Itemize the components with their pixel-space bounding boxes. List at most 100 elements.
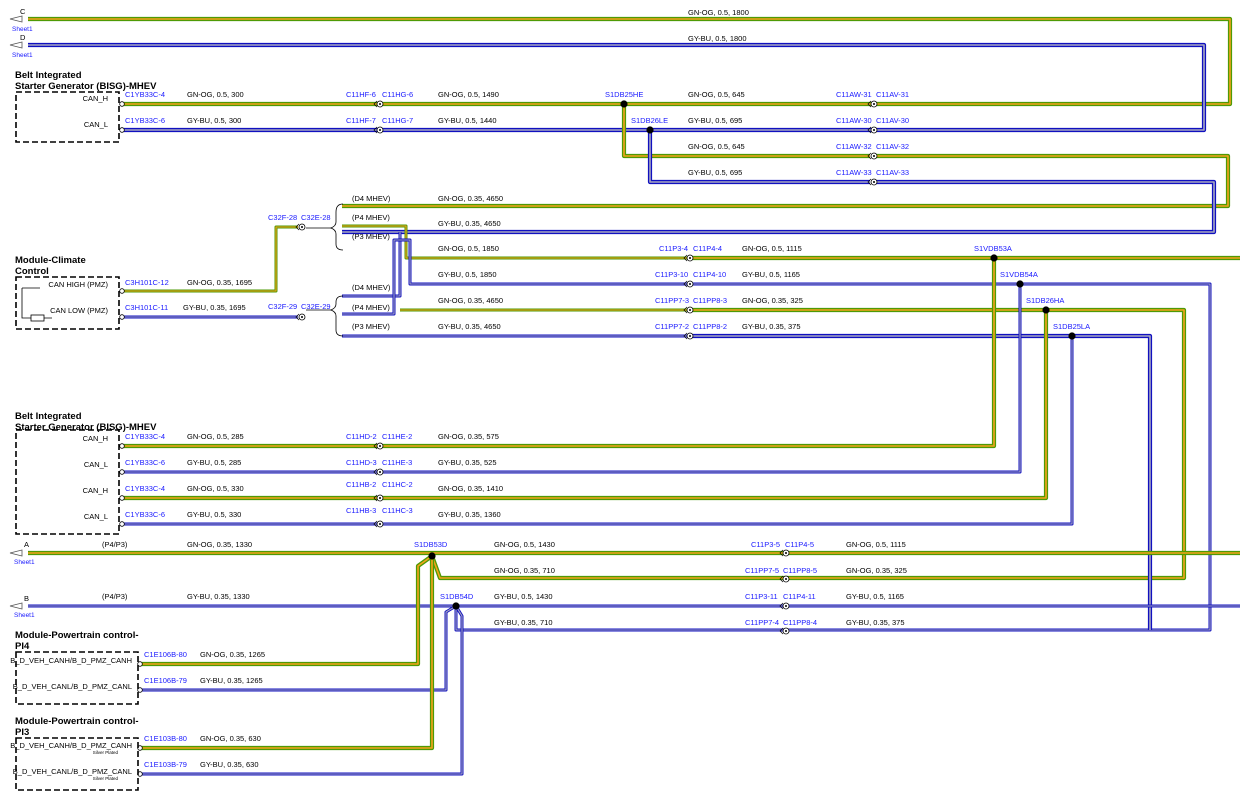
connector-pin [689, 257, 691, 259]
connector-label[interactable]: C11HC-2 [382, 480, 413, 489]
wire-r6-right[interactable] [692, 333, 1153, 630]
splice-label[interactable]: S1DB53D [414, 540, 448, 549]
connector-label[interactable]: C1YB33C-4 [125, 432, 165, 441]
wire-bisg2-can-h1[interactable] [122, 258, 997, 449]
splice-label[interactable]: S1DB25HE [605, 90, 643, 99]
connector-label[interactable]: C11P4-10 [693, 270, 726, 279]
connectors-layer [119, 100, 1076, 777]
wire-spec: GN-OG, 0.5, 645 [688, 142, 745, 151]
connector-label[interactable]: C11AV-30 [876, 116, 909, 125]
connector-label[interactable]: C11AV-31 [876, 90, 909, 99]
connector-label[interactable]: C11HE-3 [382, 458, 412, 467]
splice-dot-icon[interactable] [1042, 306, 1050, 314]
splice-label[interactable]: S1VDB53A [974, 244, 1012, 253]
connector-label[interactable]: C11AW-32 [836, 142, 872, 151]
connector-label[interactable]: C3H101C-12 [125, 278, 169, 287]
wire-bisg2-can-l1[interactable] [122, 284, 1022, 474]
wire-pl4-can-h[interactable] [140, 554, 434, 667]
connector-label[interactable]: C11PP8-4 [783, 618, 817, 627]
connector-label[interactable]: C11HE-2 [382, 432, 412, 441]
connector-label[interactable]: C11AW-30 [836, 116, 872, 125]
connector-label[interactable]: C1YB33C-6 [125, 458, 165, 467]
connector-label[interactable]: C11AV-32 [876, 142, 909, 151]
connector-label[interactable]: C11P3-5 [751, 540, 780, 549]
connector-label[interactable]: C11HD-2 [346, 432, 377, 441]
splice-label[interactable]: S1DB26LE [631, 116, 668, 125]
splice-dot-icon[interactable] [428, 552, 436, 560]
connector-label[interactable]: C11PP7-4 [745, 618, 779, 627]
splice-dot-icon[interactable] [990, 254, 998, 262]
splice-label[interactable]: S1DB25LA [1053, 322, 1090, 331]
connector-label[interactable]: C11P4-4 [693, 244, 722, 253]
connector-label[interactable]: C1E103B-80 [144, 734, 187, 743]
splice-dot-icon[interactable] [1068, 332, 1076, 340]
connector-label[interactable]: C11P3-10 [655, 270, 688, 279]
module-title-pl4-1: Module-Powertrain control- [15, 630, 139, 641]
wire-bisg2-can-l2[interactable] [122, 336, 1074, 526]
connector-label[interactable]: C1YB33C-4 [125, 484, 165, 493]
splice-dot-icon[interactable] [452, 602, 460, 610]
connector-label[interactable]: C11P4-5 [785, 540, 814, 549]
splice-label[interactable]: S1DB26HA [1026, 296, 1064, 305]
connector-label[interactable]: C11HC-3 [382, 506, 413, 515]
module-title-bisg-top-1: Belt Integrated [15, 70, 82, 81]
wire-spec: GY-BU, 0.5, 1430 [494, 592, 553, 601]
connector-label[interactable]: C32E-28 [301, 213, 331, 222]
connector-label[interactable]: C11P4-11 [783, 592, 816, 601]
wire-spec: GN-OG, 0.5, 1490 [438, 90, 499, 99]
connector-label[interactable]: C11PP7-5 [745, 566, 779, 575]
connector-label[interactable]: C11PP8-5 [783, 566, 817, 575]
connector-label[interactable]: C11P3-11 [745, 592, 778, 601]
connector-label[interactable]: C1E106B-80 [144, 650, 187, 659]
connector-label[interactable]: C11AV-33 [876, 168, 909, 177]
splice-label[interactable]: S1DB54D [440, 592, 474, 601]
connector-label[interactable]: C1YB33C-6 [125, 116, 165, 125]
connector-label[interactable]: C1YB33C-4 [125, 90, 165, 99]
wire-r6-right-stripe [692, 335, 1151, 630]
sheet-ref-letter: A [24, 540, 29, 549]
connector-label[interactable]: C3H101C-11 [125, 303, 168, 312]
wire-bisg2-can-h2[interactable] [122, 310, 1049, 501]
labels-layer: GN-OG, 0.5, 1800 GY-BU, 0.5, 1800 C1YB33… [102, 8, 1090, 769]
splice-label[interactable]: S1VDB54A [1000, 270, 1038, 279]
wire-spec: GN-OG, 0.35, 575 [438, 432, 499, 441]
connector-pin [785, 630, 787, 632]
connector-label[interactable]: C1E103B-79 [144, 760, 187, 769]
wire-variant-p4-low[interactable] [342, 238, 688, 316]
splice-dot-icon[interactable] [1016, 280, 1024, 288]
wire-pl4-can-l[interactable] [140, 604, 457, 692]
connector-label[interactable]: C11HF-6 [346, 90, 376, 99]
connector-label[interactable]: C11P3-4 [659, 244, 688, 253]
wire-bisg2-can-l1-stripe [122, 284, 1021, 473]
splice-dot-icon[interactable] [646, 126, 654, 134]
variant-label: (P4 MHEV) [352, 303, 390, 312]
connector-label[interactable]: C11HF-7 [346, 116, 376, 125]
connector-label[interactable]: C32F-28 [268, 213, 297, 222]
connector-label[interactable]: C11PP7-3 [655, 296, 689, 305]
connector-label[interactable]: C1E106B-79 [144, 676, 187, 685]
connector-label[interactable]: C11PP8-2 [693, 322, 727, 331]
connector-label[interactable]: C11PP7-2 [655, 322, 689, 331]
connector-pin [689, 335, 691, 337]
sheet-ref-link[interactable]: Sheet1 [14, 559, 35, 566]
connector-label[interactable]: C11HB-2 [346, 480, 376, 489]
connector-label[interactable]: C11HB-3 [346, 506, 376, 515]
connector-label[interactable]: C11HG-7 [382, 116, 413, 125]
connector-pin [379, 445, 381, 447]
connector-label[interactable]: C11AW-33 [836, 168, 872, 177]
sheet-ref-link[interactable]: Sheet1 [12, 52, 33, 59]
connector-label[interactable]: C32F-29 [268, 302, 297, 311]
connector-pin [379, 129, 381, 131]
connector-label[interactable]: C11HD-3 [346, 458, 377, 467]
connector-label[interactable]: C1YB33C-6 [125, 510, 165, 519]
variant-brace-bottom [329, 295, 344, 337]
sheet-ref-link[interactable]: Sheet1 [12, 26, 33, 33]
connector-label[interactable]: C11AW-31 [836, 90, 872, 99]
connector-label[interactable]: C11HG-6 [382, 90, 413, 99]
wire-spec: GY-BU, 0.35, 4650 [438, 219, 501, 228]
sheet-ref-link[interactable]: Sheet1 [14, 612, 35, 619]
connector-label[interactable]: C11PP8-3 [693, 296, 727, 305]
connector-pin [785, 605, 787, 607]
splice-dot-icon[interactable] [620, 100, 628, 108]
connector-label[interactable]: C32E-29 [301, 302, 331, 311]
